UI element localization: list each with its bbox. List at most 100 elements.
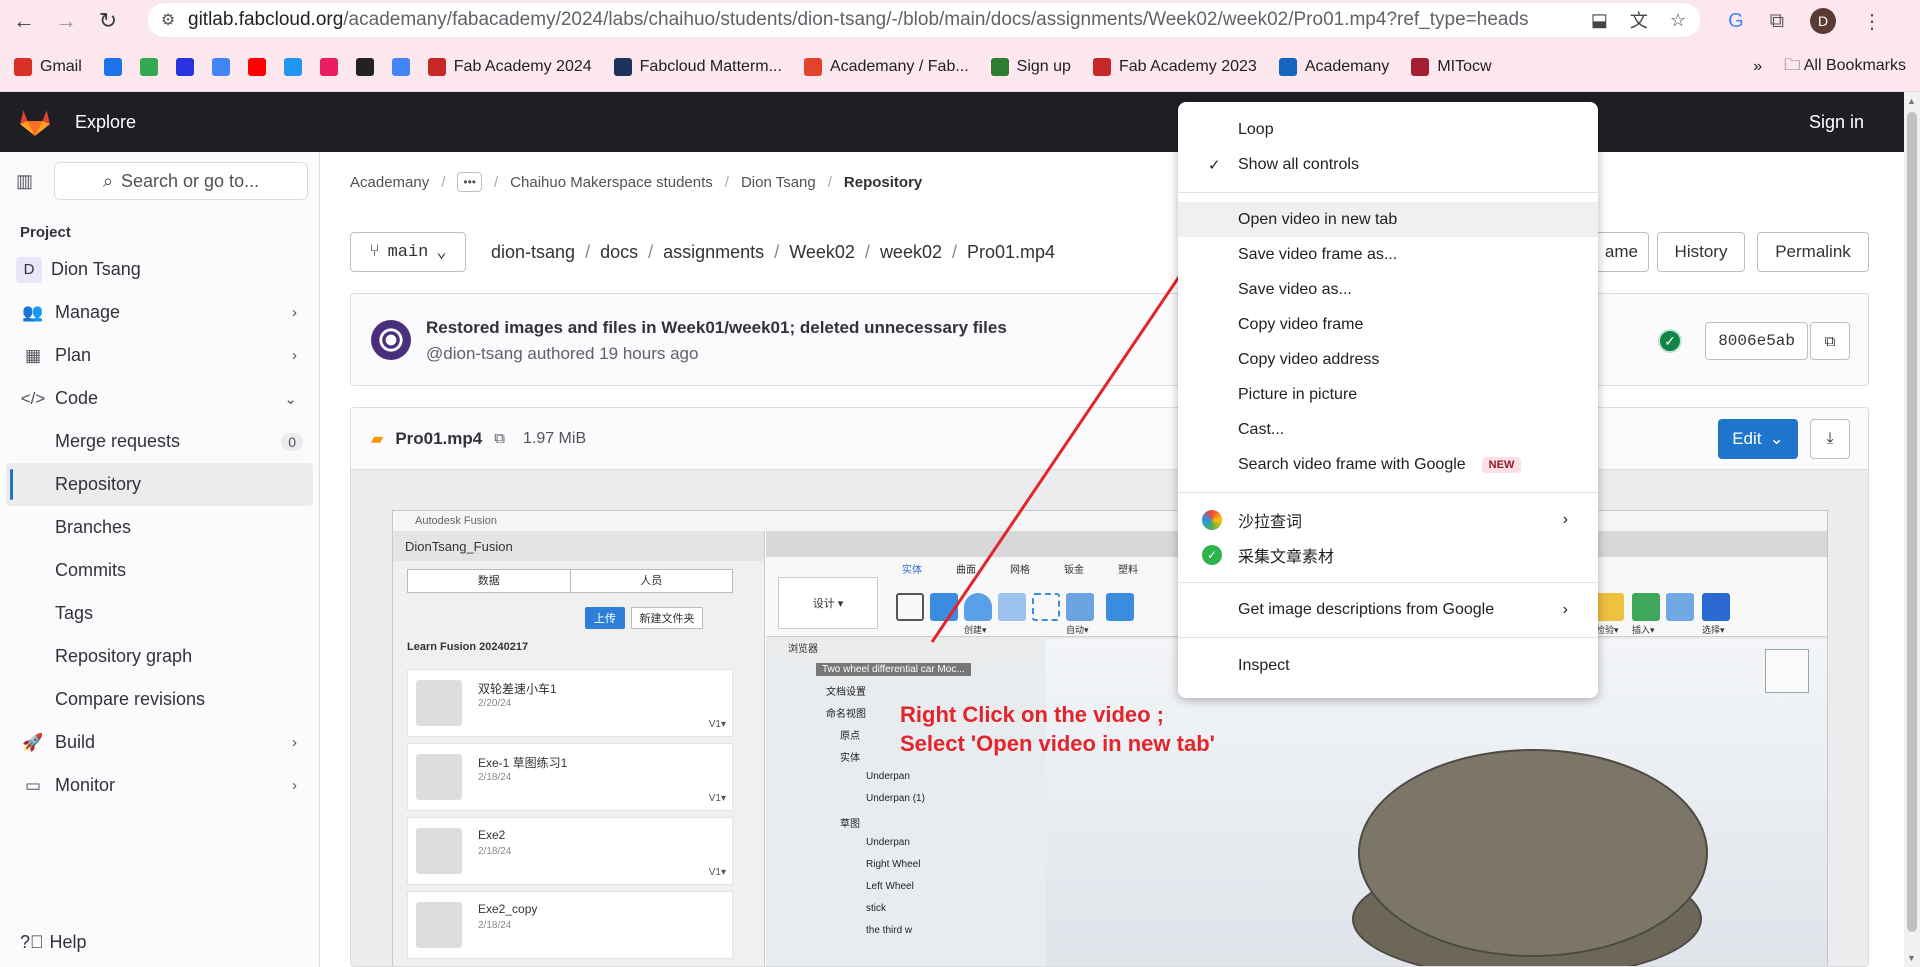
path-segment[interactable]: Week02 [789,242,855,263]
ribbon-label: 创建▾ [964,625,987,635]
sidebar-item-repository-graph[interactable]: Repository graph [0,635,319,678]
menu-item-copy-address[interactable]: Copy video address [1178,342,1598,377]
scrollbar-thumb[interactable] [1907,112,1917,932]
menu-item-open-video-new-tab[interactable]: Open video in new tab [1178,202,1598,237]
breadcrumb-item[interactable]: Chaihuo Makerspace students [510,174,713,191]
copy-icon[interactable]: ⧉ [494,430,505,447]
sidebar-toggle-icon[interactable]: ▥ [16,171,46,192]
bookmark-item[interactable] [175,57,194,76]
sidebar-item-merge-requests[interactable]: Merge requests 0 [0,420,319,463]
menu-item-search-frame[interactable]: Search video frame with Google NEW [1178,447,1598,482]
bookmark-item[interactable]: Academany / Fab... [803,57,969,76]
menu-item-copy-frame[interactable]: Copy video frame [1178,307,1598,342]
breadcrumb-current[interactable]: Repository [844,174,922,191]
bookmark-star-icon[interactable]: ☆ [1670,10,1686,31]
menu-item-collect[interactable]: ✓ 采集文章素材 [1178,537,1598,572]
menu-item-picture-in-picture[interactable]: Picture in picture [1178,377,1598,412]
bookmark-item[interactable]: Fabcloud Matterm... [613,57,782,76]
bookmark-item[interactable]: Academany [1278,57,1389,76]
menu-dots-icon[interactable]: ⋮ [1862,9,1882,34]
fusion-card: Exe2_copy 2/18/24 [407,891,733,959]
sidebar-item-code[interactable]: </> Code ⌄ [0,377,319,420]
sidebar-item-manage[interactable]: 👥 Manage › [0,291,319,334]
menu-item-image-descriptions[interactable]: Get image descriptions from Google › [1178,592,1598,627]
path-segment[interactable]: dion-tsang [491,242,575,263]
manage-label: Manage [55,302,121,322]
sidebar-item-build[interactable]: 🚀 Build › [0,721,319,764]
back-arrow-icon[interactable]: ← [6,3,42,39]
sign-in-link[interactable]: Sign in [1809,112,1864,133]
menu-item-save-video[interactable]: Save video as... [1178,272,1598,307]
edit-button[interactable]: Edit ⌄ [1718,419,1798,459]
sidebar-item-tags[interactable]: Tags [0,592,319,635]
menu-item-salad[interactable]: 沙拉查词 › [1178,502,1598,537]
forward-arrow-icon[interactable]: → [48,3,84,39]
breadcrumb-item[interactable]: Academany [350,174,429,191]
site-info-icon[interactable]: ⚙ [148,10,188,30]
address-bar[interactable]: ⚙ gitlab.fabcloud.org/academany/fabacade… [148,3,1700,37]
bookmark-item[interactable] [211,57,230,76]
bookmark-item[interactable] [355,57,374,76]
permalink-button[interactable]: Permalink [1757,232,1869,272]
pipeline-status-icon[interactable]: ✓ [1658,329,1682,353]
scroll-up-icon[interactable]: ▲ [1907,96,1916,106]
url-text[interactable]: gitlab.fabcloud.org/academany/fabacademy… [188,9,1588,31]
search-button[interactable]: ⌕ Search or go to... [54,162,308,200]
sidebar-item-commits[interactable]: Commits [0,549,319,592]
bookmark-item[interactable]: Fab Academy 2023 [1092,57,1257,76]
page-scrollbar[interactable]: ▲ ▼ [1904,92,1920,967]
bookmark-item[interactable]: Sign up [990,57,1071,76]
bookmark-item[interactable] [283,57,302,76]
help-label: Help [49,932,87,952]
breadcrumb-item[interactable]: Dion Tsang [741,174,816,191]
path-segment[interactable]: Pro01.mp4 [967,242,1055,263]
commit-title[interactable]: Restored images and files in Week01/week… [426,318,1007,338]
sidebar-item-plan[interactable]: ▦ Plan › [0,334,319,377]
breadcrumb-more-button[interactable]: ••• [457,172,482,192]
sidebar-item-repository[interactable]: Repository [6,463,313,506]
gitlab-logo-icon[interactable] [18,105,52,139]
bookmark-item[interactable] [139,57,158,76]
google-translate-ext-icon[interactable]: G [1728,10,1744,33]
bookmark-item[interactable]: MITocw [1411,57,1492,76]
explore-link[interactable]: Explore [75,112,136,133]
scroll-down-icon[interactable]: ▼ [1907,953,1916,963]
bookmark-item[interactable] [319,57,338,76]
download-button[interactable]: ⤓ [1810,419,1850,459]
gitlab-header: Explore Sign in [0,92,1904,152]
install-icon[interactable]: ⬓ [1591,10,1608,31]
sidebar-item-compare-revisions[interactable]: Compare revisions [0,678,319,721]
translate-icon[interactable]: 文 [1630,7,1648,33]
path-segment[interactable]: assignments [663,242,764,263]
bookmark-item[interactable]: Fab Academy 2024 [427,57,592,76]
ribbon-label: 检验▾ [1596,625,1619,635]
sidebar-item-monitor[interactable]: ▭ Monitor › [0,764,319,807]
menu-item-inspect[interactable]: Inspect [1178,648,1598,683]
history-button[interactable]: History [1657,232,1745,272]
sidebar-item-branches[interactable]: Branches [0,506,319,549]
profile-avatar[interactable]: D [1810,8,1836,34]
menu-item-loop[interactable]: Loop [1178,112,1598,147]
path-segment[interactable]: docs [600,242,638,263]
bookmark-item[interactable]: Gmail [14,57,82,76]
all-bookmarks-button[interactable]: 🗀 All Bookmarks [1784,54,1906,81]
path-segment[interactable]: week02 [880,242,942,263]
fab-academy-icon [427,57,446,76]
help-link[interactable]: ?⃝ Help [20,932,87,953]
menu-item-save-frame[interactable]: Save video frame as... [1178,237,1598,272]
extensions-icon[interactable]: ⧉ [1770,10,1784,33]
bookmark-item[interactable] [391,57,410,76]
branch-selector[interactable]: ⑂ main ⌄ [350,232,466,272]
commit-sha[interactable]: 8006e5ab [1705,322,1808,360]
menu-item-show-all-controls[interactable]: ✓ Show all controls [1178,147,1598,182]
fusion-upload: 上传 [585,607,625,629]
menu-item-cast[interactable]: Cast... [1178,412,1598,447]
copy-sha-button[interactable]: ⧉ [1810,322,1850,360]
sidebar-item-project[interactable]: D Dion Tsang [0,248,319,291]
author-avatar[interactable] [371,320,411,360]
reload-icon[interactable]: ↻ [90,3,126,39]
more-bookmarks-button[interactable]: » [1753,58,1762,76]
bookmark-item[interactable] [103,57,122,76]
fusion-card-name: Exe2 [478,828,506,842]
bookmark-item[interactable] [247,57,266,76]
